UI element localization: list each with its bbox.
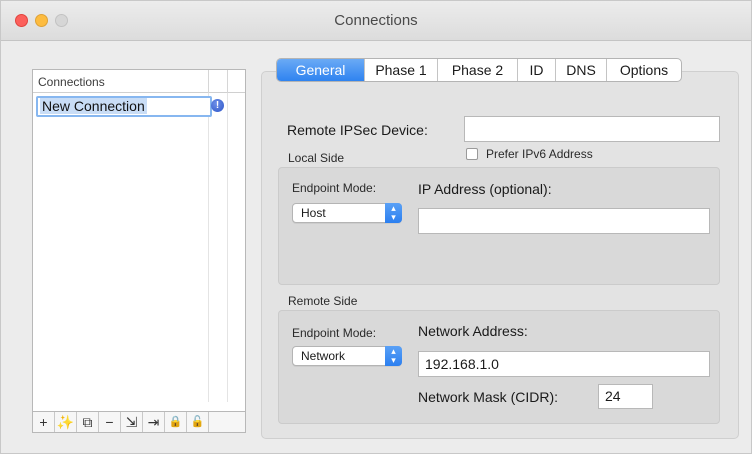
connections-window: Connections Connections New Connection !… <box>0 0 752 454</box>
local-endpoint-mode-select[interactable]: Host ▴ ▾ <box>292 203 402 223</box>
local-endpoint-mode-label: Endpoint Mode: <box>292 181 377 195</box>
info-badge-icon: ! <box>211 99 224 112</box>
unlock-icon[interactable]: 🔓 <box>187 412 209 432</box>
magic-wand-icon[interactable]: ✨ <box>55 412 77 432</box>
title-bar: Connections <box>1 1 751 41</box>
connection-name-field[interactable]: New Connection <box>36 96 212 117</box>
connections-column-header[interactable]: Connections <box>38 75 105 89</box>
tab-dns[interactable]: DNS <box>556 59 607 81</box>
local-endpoint-mode-value: Host <box>301 206 326 220</box>
remote-device-field[interactable] <box>464 116 720 142</box>
remote-endpoint-mode-value: Network <box>301 349 346 363</box>
prefer-ipv6-label: Prefer IPv6 Address <box>486 147 593 161</box>
duplicate-icon[interactable]: ⧉ <box>77 412 99 432</box>
tab-id[interactable]: ID <box>518 59 556 81</box>
tab-phase-2[interactable]: Phase 2 <box>438 59 518 81</box>
remote-side-title: Remote Side <box>288 294 358 308</box>
local-ip-field[interactable] <box>418 208 710 234</box>
connections-list-header: Connections <box>33 70 245 93</box>
network-address-field[interactable]: 192.168.1.0 <box>418 351 710 377</box>
column-divider <box>208 70 209 93</box>
tab-general[interactable]: General <box>277 59 365 81</box>
network-mask-label: Network Mask (CIDR): <box>418 389 559 405</box>
column-divider <box>227 93 228 402</box>
export-icon[interactable]: ⇥ <box>143 412 165 432</box>
window-title: Connections <box>334 12 418 29</box>
prefer-ipv6-checkbox[interactable] <box>466 148 478 160</box>
network-mask-field[interactable]: 24 <box>598 384 653 409</box>
local-ip-label: IP Address (optional): <box>418 181 552 197</box>
list-toolbar: + ✨ ⧉ − ⇲ ⇥ 🔒 🔓 <box>33 411 245 432</box>
network-address-label: Network Address: <box>418 323 528 339</box>
local-side-title: Local Side <box>288 151 345 165</box>
remove-icon[interactable]: − <box>99 412 121 432</box>
column-divider <box>227 70 228 93</box>
remote-endpoint-mode-select[interactable]: Network ▴ ▾ <box>292 346 402 366</box>
tab-bar: General Phase 1 Phase 2 ID DNS Options <box>276 58 682 82</box>
connections-list[interactable]: Connections New Connection ! + ✨ ⧉ − ⇲ ⇥… <box>32 69 246 433</box>
tab-phase-1[interactable]: Phase 1 <box>365 59 438 81</box>
lock-icon[interactable]: 🔒 <box>165 412 187 432</box>
tab-options[interactable]: Options <box>607 59 681 81</box>
column-divider <box>208 93 209 402</box>
chevron-updown-icon: ▴ ▾ <box>385 346 402 366</box>
add-icon[interactable]: + <box>33 412 55 432</box>
chevron-updown-icon: ▴ ▾ <box>385 203 402 223</box>
remote-device-label: Remote IPSec Device: <box>287 122 428 138</box>
list-item[interactable]: New Connection <box>34 95 212 117</box>
remote-endpoint-mode-label: Endpoint Mode: <box>292 326 377 340</box>
import-icon[interactable]: ⇲ <box>121 412 143 432</box>
